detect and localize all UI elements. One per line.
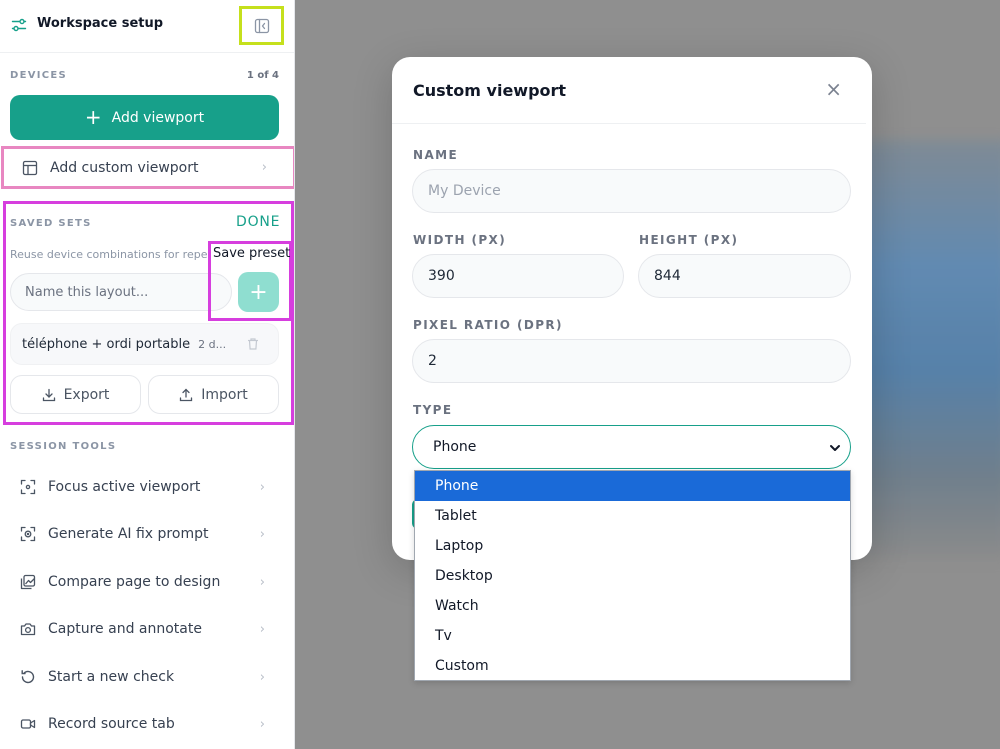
type-option-desktop[interactable]: Desktop <box>415 561 850 591</box>
done-button[interactable]: DONE <box>236 214 280 230</box>
import-label: Import <box>201 386 248 403</box>
download-icon <box>42 388 55 401</box>
panel-collapse-icon <box>254 18 269 33</box>
tool-record-source-tab[interactable]: Record source tab › <box>0 704 294 744</box>
tool-start-a-new-check[interactable]: Start a new check › <box>0 657 294 697</box>
type-option-tv[interactable]: Tv <box>415 621 850 651</box>
type-select[interactable]: Phone <box>412 425 851 469</box>
add-custom-viewport-button[interactable]: Add custom viewport › <box>1 146 294 189</box>
export-label: Export <box>63 386 110 403</box>
sidebar: Workspace setup DEVICES 1 of 4 + Add vie… <box>0 0 295 749</box>
preset-item[interactable]: téléphone + ordi portable 2 d... <box>10 323 279 365</box>
tool-compare-page-to-design[interactable]: Compare page to design › <box>0 562 294 602</box>
tool-label: Focus active viewport <box>48 479 201 495</box>
devices-count: 1 of 4 <box>246 70 279 81</box>
device-name-input[interactable] <box>412 169 851 213</box>
tool-label: Record source tab <box>48 716 175 732</box>
width-input[interactable] <box>412 254 624 298</box>
width-label: WIDTH (PX) <box>413 233 507 247</box>
chevron-right-icon: › <box>259 526 265 542</box>
tool-label: Start a new check <box>48 669 175 685</box>
type-option-laptop[interactable]: Laptop <box>415 531 850 561</box>
height-label: HEIGHT (PX) <box>639 233 739 247</box>
preset-device-count: 2 d... <box>198 337 227 351</box>
layout-icon <box>22 160 38 175</box>
tool-label: Capture and annotate <box>48 621 202 637</box>
add-viewport-label: Add viewport <box>111 109 205 126</box>
close-icon[interactable]: × <box>825 79 842 99</box>
chevron-right-icon: › <box>259 479 265 495</box>
add-custom-viewport-label: Add custom viewport <box>50 159 199 176</box>
trash-icon[interactable] <box>246 337 260 351</box>
layout-name-input[interactable] <box>10 273 232 311</box>
restart-icon <box>21 670 35 684</box>
export-button[interactable]: Export <box>10 375 141 414</box>
plus-icon: + <box>84 104 102 129</box>
sliders-icon <box>11 18 27 32</box>
devices-section-label: DEVICES <box>10 70 68 81</box>
preset-name: téléphone + ordi portable <box>22 336 191 352</box>
focus-icon <box>20 479 36 495</box>
type-label: TYPE <box>413 403 453 417</box>
session-tools-section-label: SESSION TOOLS <box>10 441 117 452</box>
type-dropdown-list: Phone Tablet Laptop Desktop Watch Tv Cus… <box>414 470 851 681</box>
chevron-right-icon: › <box>259 716 265 732</box>
chevron-right-icon: › <box>259 574 265 590</box>
camera-icon <box>20 623 36 636</box>
chevron-right-icon: › <box>259 621 265 637</box>
plus-icon: + <box>249 279 268 305</box>
collapse-sidebar-button[interactable] <box>239 6 284 45</box>
type-option-watch[interactable]: Watch <box>415 591 850 621</box>
type-option-tablet[interactable]: Tablet <box>415 501 850 531</box>
add-viewport-button[interactable]: + Add viewport <box>10 95 279 140</box>
height-input[interactable] <box>638 254 851 298</box>
tool-label: Compare page to design <box>48 574 221 590</box>
tool-focus-active-viewport[interactable]: Focus active viewport › <box>0 467 294 507</box>
chevron-down-icon <box>830 445 840 451</box>
dpr-label: PIXEL RATIO (DPR) <box>413 318 563 332</box>
save-preset-button[interactable]: + <box>238 272 279 312</box>
modal-divider <box>392 123 866 124</box>
tool-label: Generate AI fix prompt <box>48 526 209 542</box>
scan-face-icon <box>20 526 36 542</box>
type-option-custom[interactable]: Custom <box>415 651 850 681</box>
image-compare-icon <box>20 574 36 590</box>
saved-sets-description: Reuse device combinations for repe <box>10 248 208 261</box>
save-preset-tooltip: Save preset <box>213 246 291 261</box>
dpr-input[interactable] <box>412 339 851 383</box>
name-label: NAME <box>413 148 459 162</box>
chevron-right-icon: › <box>259 669 265 685</box>
modal-title: Custom viewport <box>413 81 567 100</box>
chevron-right-icon: › <box>261 160 267 175</box>
tool-capture-and-annotate[interactable]: Capture and annotate › <box>0 609 294 649</box>
import-button[interactable]: Import <box>148 375 279 414</box>
type-selected-value: Phone <box>433 439 477 455</box>
saved-sets-section-label: SAVED SETS <box>10 218 92 229</box>
video-icon <box>20 719 36 729</box>
sidebar-title: Workspace setup <box>37 16 164 31</box>
tool-generate-ai-fix-prompt[interactable]: Generate AI fix prompt › <box>0 514 294 554</box>
type-option-phone[interactable]: Phone <box>415 471 850 501</box>
sidebar-header: Workspace setup <box>0 0 294 53</box>
upload-icon <box>180 388 193 401</box>
